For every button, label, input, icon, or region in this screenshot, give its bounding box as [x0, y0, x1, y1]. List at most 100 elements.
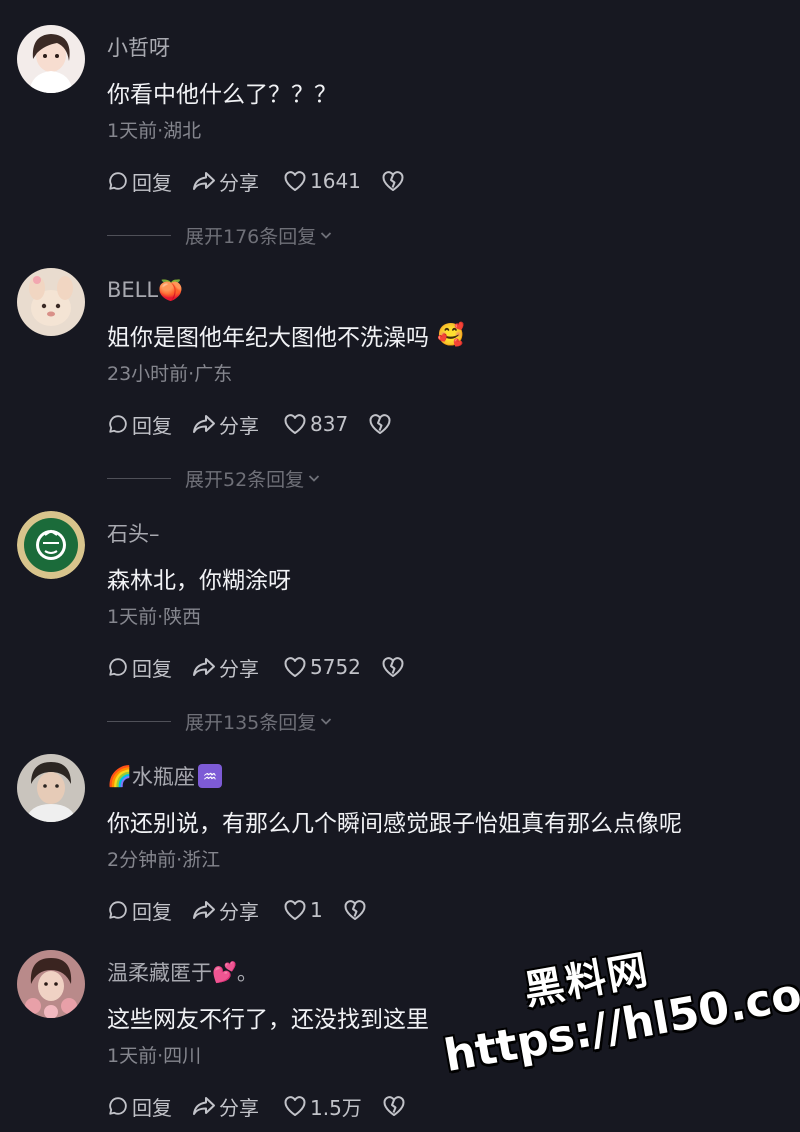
- aquarius-badge: ♒: [197, 764, 222, 788]
- avatar[interactable]: [17, 754, 85, 822]
- share-label: 分享: [219, 899, 259, 924]
- reply-label: 回复: [132, 1095, 172, 1120]
- username-text[interactable]: 温柔藏匿于: [107, 957, 212, 987]
- share-label: 分享: [219, 170, 259, 195]
- reply-icon: [109, 1097, 127, 1115]
- expand-replies-button[interactable]: 展开176条回复: [107, 220, 333, 250]
- reply-icon: [109, 415, 127, 433]
- like-button[interactable]: 1.5万: [283, 1092, 362, 1121]
- expand-replies-label: 展开135条回复: [185, 711, 317, 734]
- divider: [107, 477, 171, 479]
- peach-emoji: 🍑: [158, 278, 183, 302]
- expand-replies-button[interactable]: 展开135条回复: [107, 706, 333, 736]
- chevron-down-icon: [321, 232, 332, 239]
- dislike-button[interactable]: [381, 656, 405, 678]
- broken-heart-icon: [382, 657, 404, 677]
- heart-icon: [284, 171, 306, 191]
- heart-icon: [284, 657, 306, 677]
- like-count: 1: [310, 898, 323, 922]
- username-text[interactable]: 小哲呀: [107, 32, 170, 62]
- comment-meta: 23小时前·广东: [107, 363, 233, 385]
- heart-icon: [284, 1096, 306, 1116]
- avatar[interactable]: [17, 511, 85, 579]
- reply-button[interactable]: 回复: [107, 410, 172, 439]
- username[interactable]: 温柔藏匿于 💕 。: [107, 957, 258, 987]
- reply-button[interactable]: 回复: [107, 653, 172, 682]
- username-text[interactable]: 石头–: [107, 518, 160, 548]
- share-button[interactable]: 分享: [192, 1092, 259, 1121]
- avatar[interactable]: [17, 25, 85, 93]
- rainbow-emoji: 🌈: [107, 764, 132, 788]
- share-label: 分享: [219, 656, 259, 681]
- two-hearts-emoji: 💕: [212, 960, 237, 984]
- dislike-button[interactable]: [382, 1095, 406, 1117]
- share-button[interactable]: 分享: [192, 410, 259, 439]
- reply-label: 回复: [132, 656, 172, 681]
- share-icon: [193, 172, 215, 190]
- username[interactable]: 石头–: [107, 518, 160, 548]
- avatar[interactable]: [17, 950, 85, 1018]
- reply-button[interactable]: 回复: [107, 1092, 172, 1121]
- username-text[interactable]: BELL: [107, 278, 158, 302]
- like-count: 837: [310, 412, 349, 436]
- watermark-title: 黑料网: [520, 947, 653, 1015]
- comment-text-content: 你还别说，有那么几个瞬间感觉跟子怡姐真有那么点像呢: [107, 811, 682, 837]
- dislike-button[interactable]: [381, 170, 405, 192]
- share-label: 分享: [219, 1095, 259, 1120]
- comment-text-content: 你看中他什么了？？？: [107, 82, 337, 108]
- comment-text: 森林北，你糊涂呀: [107, 561, 291, 595]
- reply-button[interactable]: 回复: [107, 896, 172, 925]
- reply-icon: [109, 658, 127, 676]
- heart-icon: [284, 414, 306, 434]
- smiling-face-emoji: 🥰: [437, 322, 465, 348]
- share-icon: [193, 658, 215, 676]
- broken-heart-icon: [383, 1096, 405, 1116]
- expand-replies-label: 展开176条回复: [185, 225, 317, 248]
- comment-text-content: 森林北，你糊涂呀: [107, 568, 291, 594]
- username-suffix: 。: [236, 961, 258, 985]
- broken-heart-icon: [369, 414, 391, 434]
- comment-meta: 2分钟前·浙江: [107, 849, 221, 871]
- avatar[interactable]: [17, 268, 85, 336]
- like-count: 1.5万: [310, 1095, 362, 1120]
- like-button[interactable]: 1641: [283, 169, 361, 193]
- broken-heart-icon: [382, 171, 404, 191]
- comment-text: 你还别说，有那么几个瞬间感觉跟子怡姐真有那么点像呢: [107, 804, 682, 838]
- comment-text: 这些网友不行了，还没找到这里: [107, 1000, 429, 1034]
- divider: [107, 234, 171, 236]
- dislike-button[interactable]: [343, 899, 367, 921]
- share-label: 分享: [219, 413, 259, 438]
- expand-replies-label: 展开52条回复: [185, 468, 305, 491]
- like-count: 1641: [310, 169, 361, 193]
- comment-actions: 回复 分享 837: [107, 409, 392, 439]
- watermark: 黑料网 https://hl50.co: [430, 917, 800, 1112]
- share-button[interactable]: 分享: [192, 896, 259, 925]
- username[interactable]: 小哲呀: [107, 32, 170, 62]
- heart-icon: [284, 900, 306, 920]
- comment-text-content: 这些网友不行了，还没找到这里: [107, 1007, 429, 1033]
- share-button[interactable]: 分享: [192, 167, 259, 196]
- reply-label: 回复: [132, 413, 172, 438]
- broken-heart-icon: [344, 900, 366, 920]
- dislike-button[interactable]: [368, 413, 392, 435]
- comment-meta: 1天前·湖北: [107, 120, 202, 142]
- comment-text: 你看中他什么了？？？: [107, 75, 337, 109]
- comment-text: 姐你是图他年纪大图他不洗澡吗 🥰: [107, 318, 464, 352]
- like-button[interactable]: 1: [283, 898, 323, 922]
- comment-actions: 回复 分享 1.5万: [107, 1091, 406, 1121]
- like-count: 5752: [310, 655, 361, 679]
- comment-meta: 1天前·四川: [107, 1045, 202, 1067]
- divider: [107, 720, 171, 722]
- reply-label: 回复: [132, 899, 172, 924]
- reply-icon: [109, 172, 127, 190]
- username-text[interactable]: 水瓶座: [132, 761, 195, 791]
- reply-button[interactable]: 回复: [107, 167, 172, 196]
- like-button[interactable]: 5752: [283, 655, 361, 679]
- username[interactable]: 🌈 水瓶座 ♒: [107, 761, 222, 791]
- expand-replies-button[interactable]: 展开52条回复: [107, 463, 321, 493]
- like-button[interactable]: 837: [283, 412, 348, 436]
- username[interactable]: BELL 🍑: [107, 275, 183, 305]
- share-button[interactable]: 分享: [192, 653, 259, 682]
- comment-text-content: 姐你是图他年纪大图他不洗澡吗: [107, 325, 429, 351]
- reply-icon: [109, 901, 127, 919]
